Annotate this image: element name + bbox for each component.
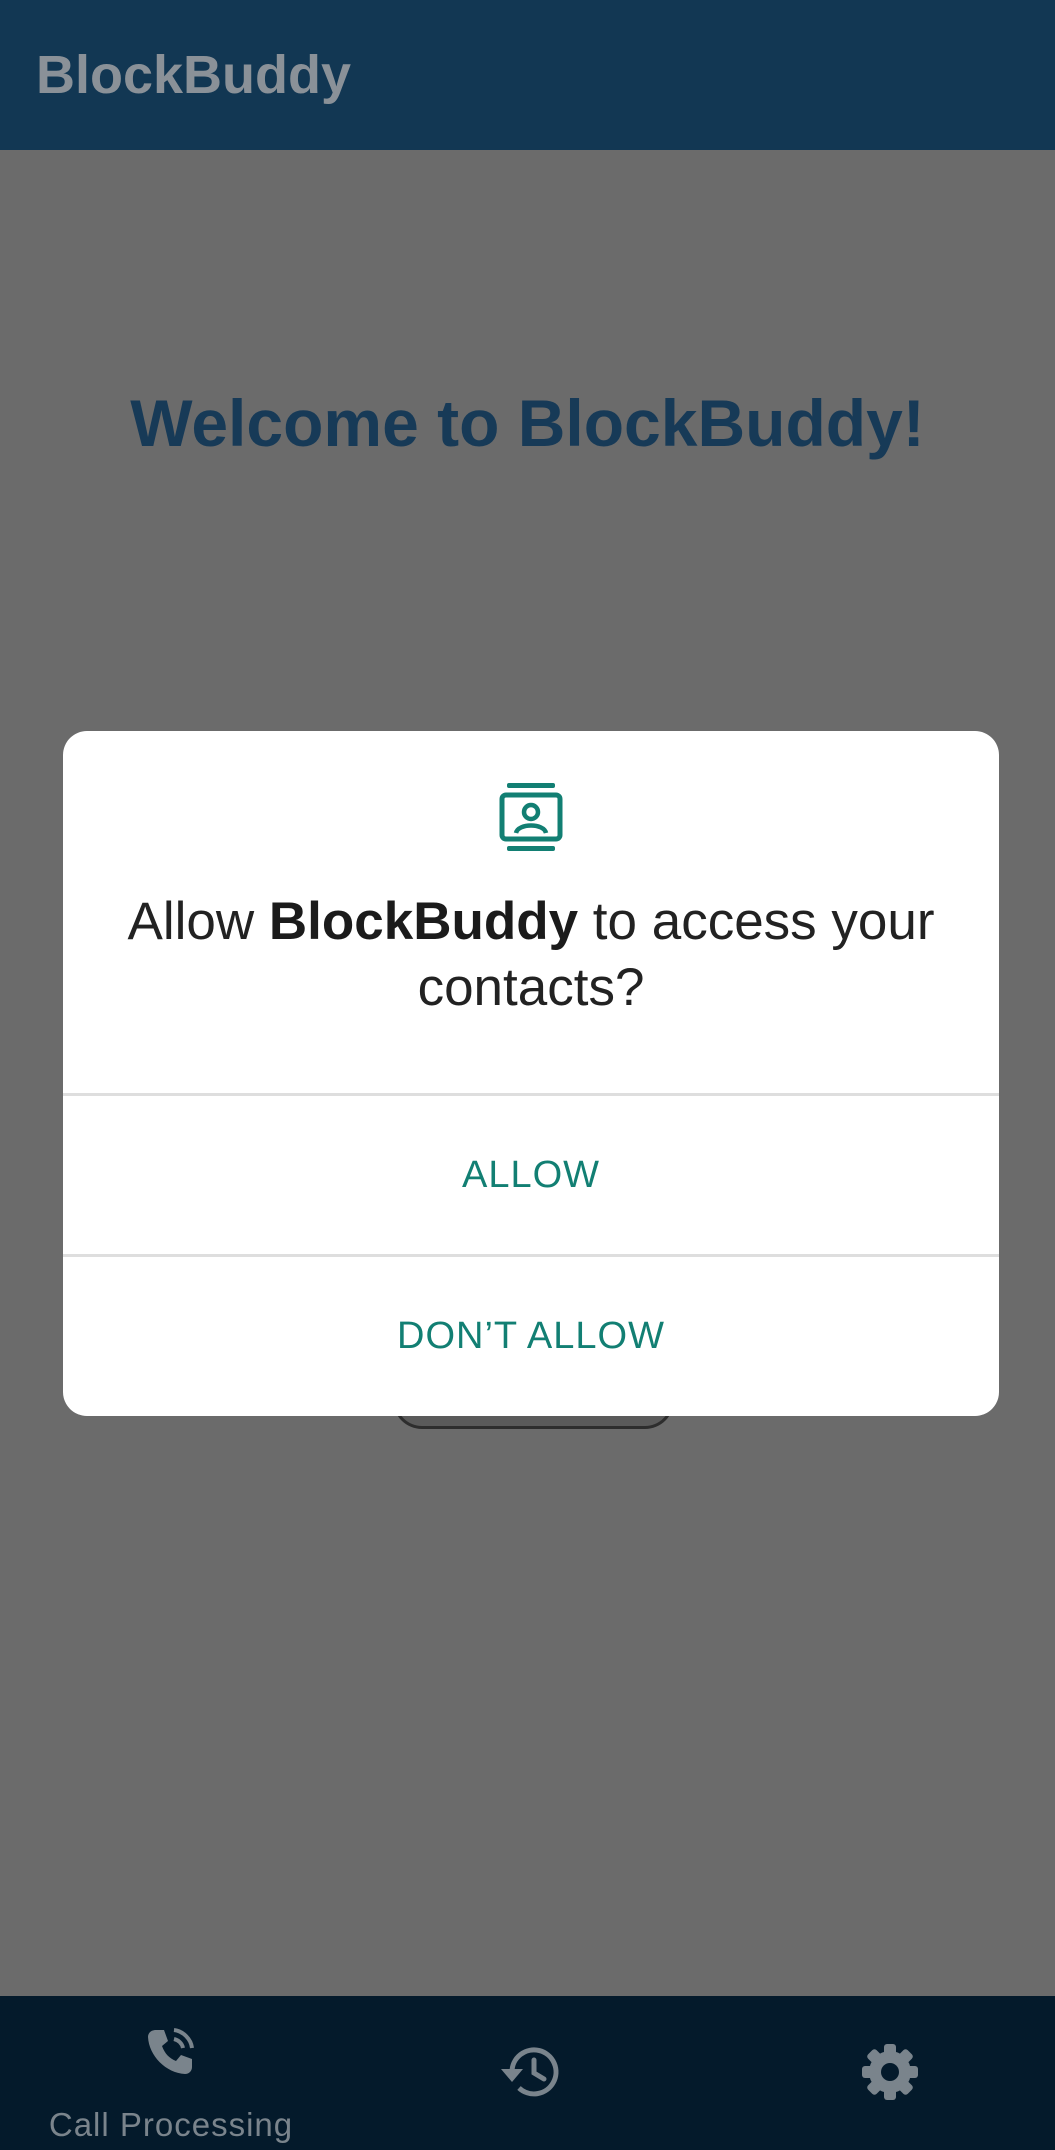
welcome-heading: Welcome to BlockBuddy! [130, 386, 925, 460]
settings-gear-icon [862, 2044, 918, 2100]
dont-allow-button[interactable]: DON’T ALLOW [63, 1257, 999, 1415]
allow-button[interactable]: ALLOW [63, 1096, 999, 1254]
bottom-navigation: Call Processing [0, 1996, 1055, 2150]
message-prefix: Allow [127, 892, 269, 951]
permission-message: Allow BlockBuddy to access your contacts… [103, 889, 959, 1021]
nav-item-call-processing[interactable]: Call Processing [36, 1996, 306, 2150]
nav-item-history[interactable] [462, 1996, 602, 2150]
history-icon [501, 2047, 559, 2097]
phone-call-icon [148, 2028, 194, 2074]
message-app-name: BlockBuddy [268, 892, 579, 951]
nav-label-call-processing: Call Processing [48, 2106, 294, 2143]
app-title: BlockBuddy [36, 45, 352, 105]
permission-dialog: Allow BlockBuddy to access your contacts… [63, 731, 999, 1416]
app-bar: BlockBuddy [0, 0, 1055, 150]
contacts-icon [499, 783, 563, 851]
nav-item-settings[interactable] [820, 1996, 960, 2150]
